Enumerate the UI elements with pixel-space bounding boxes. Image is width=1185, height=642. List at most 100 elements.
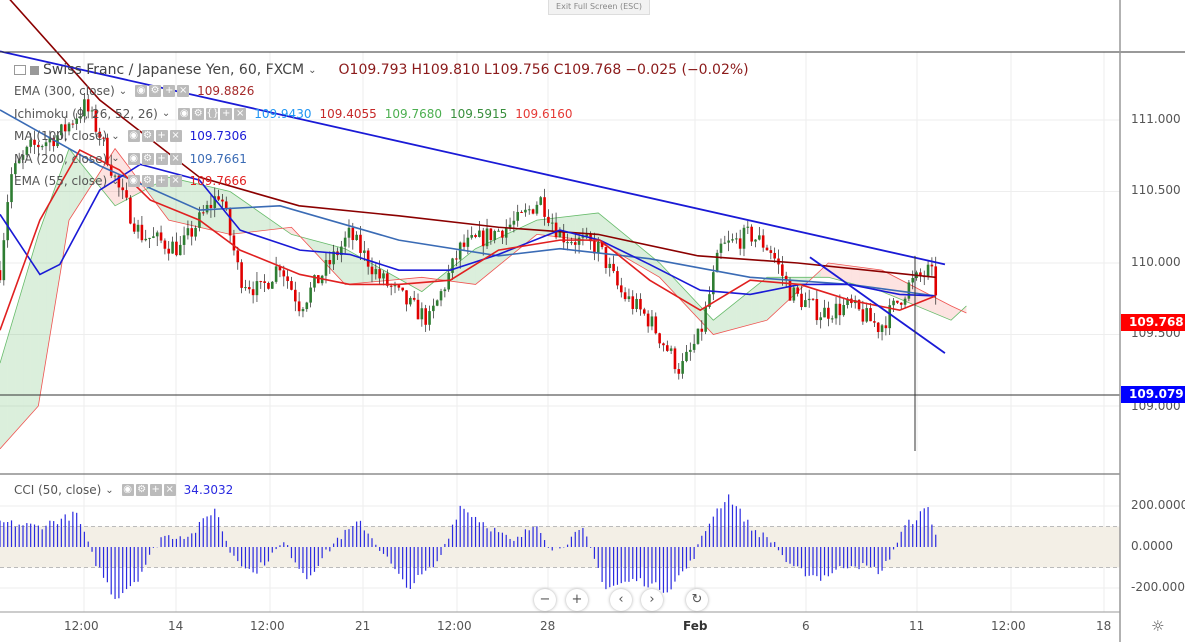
candle-body [493, 231, 497, 241]
candle-body [869, 308, 872, 322]
collapse-icon[interactable] [14, 65, 26, 75]
indicator-label[interactable]: EMA (55, close) [14, 174, 107, 188]
symbol-title[interactable]: Swiss Franc / Japanese Yen, 60, FXCM [43, 62, 304, 78]
candle-body [397, 285, 401, 288]
close-icon[interactable]: × [234, 107, 247, 120]
candle-body [270, 281, 274, 289]
time-axis-label: 12:00 [250, 619, 285, 633]
settings-icon[interactable]: ⚙ [192, 107, 205, 120]
candle-body [907, 282, 911, 299]
scroll-right-button[interactable]: › [641, 589, 663, 611]
last-price-tag: 109.768 [1121, 314, 1185, 331]
candle-body [474, 235, 477, 237]
indicator-label[interactable]: MA (100, close) [14, 129, 107, 143]
candle-body [861, 309, 865, 322]
ichimoku-cloud [728, 301, 737, 331]
candle-body [244, 287, 247, 289]
candle-body [880, 325, 884, 333]
ichimoku-cloud [751, 283, 760, 325]
candle-body [182, 235, 186, 245]
candle-body [2, 240, 6, 281]
add-icon[interactable]: + [163, 85, 176, 97]
close-icon[interactable]: × [169, 130, 182, 142]
settings-icon[interactable]: ⚙ [141, 175, 154, 187]
candle-body [654, 316, 658, 334]
close-icon[interactable]: × [177, 85, 190, 97]
candle-body [144, 238, 148, 241]
source-code-icon[interactable]: {} [206, 107, 219, 120]
candle-body [677, 369, 681, 374]
candle-body [412, 297, 416, 300]
candle-body [773, 252, 776, 259]
close-icon[interactable]: × [169, 152, 182, 165]
candle-body [754, 239, 757, 242]
candle-body [504, 227, 508, 238]
add-icon[interactable]: + [149, 484, 162, 496]
chevron-down-icon[interactable]: ⌄ [105, 485, 113, 496]
candle-body [359, 234, 362, 253]
visibility-icon[interactable]: ◉ [178, 107, 191, 120]
candle-body [665, 345, 669, 351]
chevron-down-icon[interactable]: ⌄ [119, 86, 127, 97]
cci-axis-label: -200.0000 [1131, 580, 1185, 594]
close-icon[interactable]: × [163, 484, 176, 496]
candle-body [190, 228, 194, 237]
candle-body [159, 232, 163, 241]
candle-body [735, 238, 738, 240]
add-icon[interactable]: + [155, 175, 168, 187]
chevron-down-icon[interactable]: ⌄ [162, 108, 170, 119]
candle-body [363, 250, 366, 253]
candle-body [301, 309, 305, 312]
candle-body [455, 258, 458, 260]
chevron-down-icon[interactable]: ⌄ [308, 65, 316, 76]
horizontal-line-price-tag[interactable]: 109.079 [1121, 386, 1185, 403]
settings-icon[interactable]: ⚙ [141, 152, 154, 165]
indicator-label[interactable]: MA (200, close) [14, 152, 107, 166]
add-icon[interactable]: + [220, 107, 233, 120]
candle-body [704, 306, 707, 332]
reset-chart-button[interactable]: ↻ [686, 589, 708, 611]
candle-body [451, 258, 454, 273]
visibility-icon[interactable]: ◉ [121, 484, 134, 496]
candle-body [520, 211, 523, 213]
settings-icon[interactable]: ⚙ [149, 85, 162, 97]
indicator-label[interactable]: Ichimoku (9, 26, 52, 26) [14, 107, 158, 121]
settings-icon[interactable]: ⚙ [135, 484, 148, 496]
settings-gear-icon[interactable]: ☼ [1151, 617, 1164, 635]
visibility-icon[interactable]: ◉ [127, 130, 140, 142]
candle-body [692, 343, 696, 350]
zoom-out-button[interactable]: − [534, 589, 556, 611]
visibility-icon[interactable]: ◉ [135, 85, 148, 97]
symbol-icon [30, 65, 39, 75]
settings-icon[interactable]: ⚙ [141, 130, 154, 142]
zoom-in-button[interactable]: + [566, 589, 588, 611]
candle-body [738, 238, 742, 249]
chevron-down-icon[interactable]: ⌄ [111, 131, 119, 142]
candle-body [570, 242, 573, 244]
chevron-down-icon[interactable]: ⌄ [111, 176, 119, 187]
candle-body [501, 230, 504, 238]
price-axis-label: 110.500 [1131, 183, 1181, 197]
candle-body [0, 270, 2, 281]
scroll-left-button[interactable]: ‹ [610, 589, 632, 611]
candle-body [781, 264, 784, 276]
candle-body [865, 308, 869, 322]
add-icon[interactable]: + [155, 152, 168, 165]
visibility-icon[interactable]: ◉ [127, 152, 140, 165]
ichimoku-cloud [682, 287, 691, 310]
candle-body [148, 237, 151, 239]
add-icon[interactable]: + [155, 130, 168, 142]
indicator-label[interactable]: EMA (300, close) [14, 84, 115, 98]
cci-label[interactable]: CCI (50, close) [14, 483, 101, 497]
candle-body [217, 196, 220, 200]
candle-body [685, 351, 688, 362]
candle-body [834, 303, 838, 319]
chevron-down-icon[interactable]: ⌄ [111, 153, 119, 164]
candle-body [37, 144, 40, 148]
close-icon[interactable]: × [169, 175, 182, 187]
candle-body [6, 202, 9, 241]
ichimoku-cloud [659, 263, 668, 286]
candle-body [669, 348, 673, 351]
visibility-icon[interactable]: ◉ [127, 175, 140, 187]
ichimoku-cloud [0, 337, 8, 449]
